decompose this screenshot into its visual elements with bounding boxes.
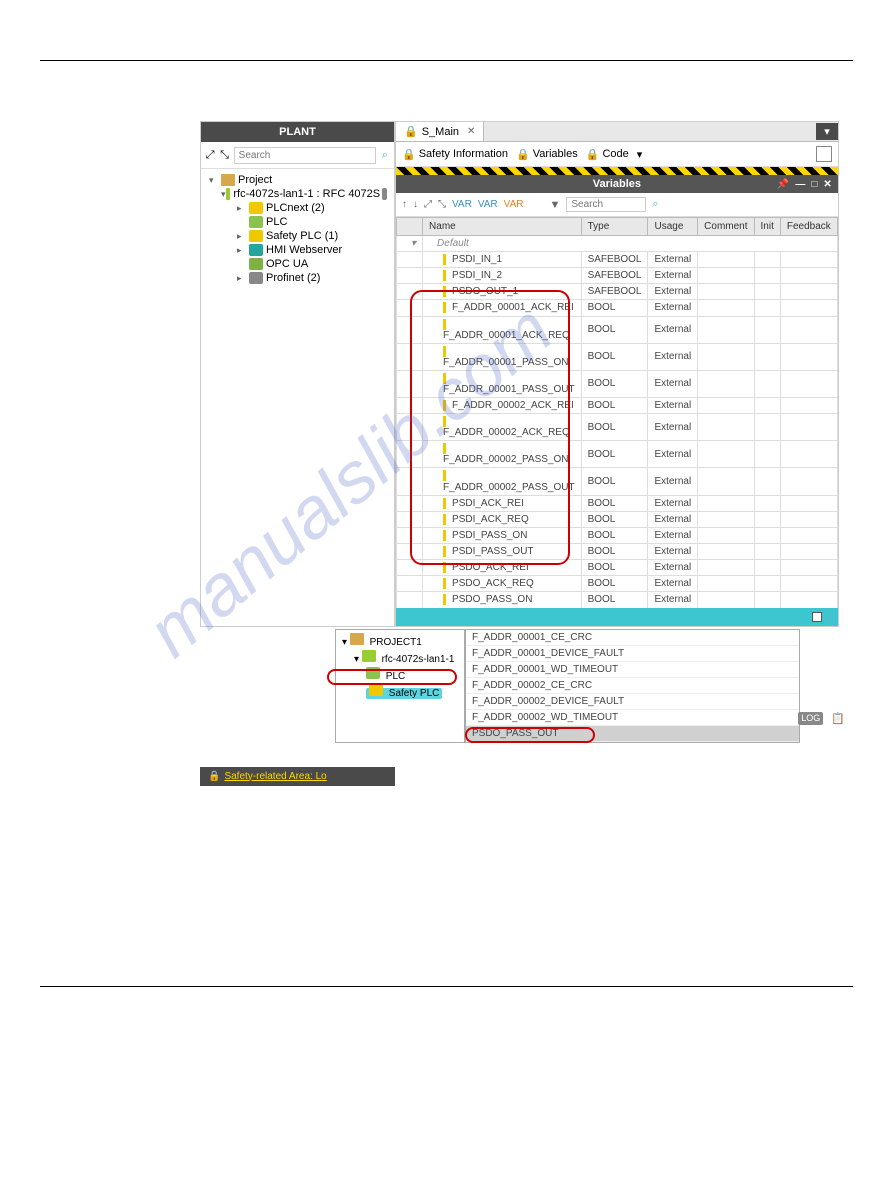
table-row[interactable]: F_ADDR_00001_PASS_ONBOOLExternal [397, 343, 838, 370]
var-tool-2[interactable]: VAR [478, 199, 498, 210]
plant-panel: PLANT ⤢ ⤡ ⌕ ▾Project ▾rfc-4072s-lan1-1 :… [200, 121, 395, 627]
dropdown-icon[interactable]: ▾ [637, 148, 643, 161]
lock-icon: 🔒 [208, 771, 220, 782]
plant-search-input[interactable] [234, 147, 376, 164]
table-row[interactable]: F_ADDR_00002_PASS_OUTBOOLExternal [397, 468, 838, 495]
minimize-icon[interactable]: — [795, 179, 805, 190]
plant-toolbar: ⤢ ⤡ ⌕ [201, 142, 394, 169]
table-header-row: Name Type Usage Comment Init Feedback [397, 218, 838, 236]
col-feedback[interactable]: Feedback [780, 218, 837, 236]
table-row[interactable]: PSDI_ACK_REQBOOLExternal [397, 511, 838, 527]
search-icon[interactable]: ⌕ [380, 146, 390, 164]
filter-icon[interactable]: ▼ [549, 199, 560, 211]
address-item[interactable]: PSDO_PASS_OUT [466, 726, 799, 742]
table-row[interactable]: F_ADDR_00001_ACK_REQBOOLExternal [397, 316, 838, 343]
table-row[interactable]: PSDO_ACK_REQBOOLExternal [397, 576, 838, 592]
tree-safety-plc[interactable]: ▸Safety PLC (1) [201, 229, 394, 243]
tool-icon[interactable]: 📋 [831, 712, 845, 725]
expand-icon[interactable]: ⤢ [424, 199, 432, 210]
tab-close-icon[interactable]: ✕ [467, 126, 475, 137]
collapse-icon[interactable]: ⤡ [438, 199, 446, 210]
table-row[interactable]: F_ADDR_00002_ACK_REIBOOLExternal [397, 397, 838, 413]
safety-stripe [396, 167, 838, 175]
address-item[interactable]: F_ADDR_00001_DEVICE_FAULT [466, 646, 799, 662]
tree-opc[interactable]: OPC UA [201, 257, 394, 271]
col-comment[interactable]: Comment [698, 218, 754, 236]
collapse-all-icon[interactable]: ⤡ [219, 146, 229, 164]
table-row[interactable]: PSDI_PASS_OUTBOOLExternal [397, 543, 838, 559]
tree-profinet[interactable]: ▸Profinet (2) [201, 271, 394, 285]
tab-dropdown-icon[interactable]: ▾ [816, 123, 838, 140]
table-row[interactable]: F_ADDR_00001_ACK_REIBOOLExternal [397, 300, 838, 316]
table-row[interactable]: PSDO_OUT_1SAFEBOOLExternal [397, 284, 838, 300]
table-row[interactable]: PSDI_PASS_ONBOOLExternal [397, 527, 838, 543]
tree-hmi[interactable]: ▸HMI Webserver [201, 243, 394, 257]
col-usage[interactable]: Usage [648, 218, 698, 236]
tab-s-main[interactable]: 🔒 S_Main ✕ [396, 122, 484, 141]
new-row[interactable] [396, 608, 838, 626]
col-type[interactable]: Type [581, 218, 648, 236]
tree-plc[interactable]: PLC [201, 215, 394, 229]
address-list: F_ADDR_00001_CE_CRCF_ADDR_00001_DEVICE_F… [465, 629, 800, 743]
table-row[interactable]: F_ADDR_00001_PASS_OUTBOOLExternal [397, 370, 838, 397]
tab-bar: 🔒 S_Main ✕ ▾ [396, 122, 838, 142]
default-group-row[interactable]: ▾Default [397, 236, 838, 252]
col-init[interactable]: Init [754, 218, 780, 236]
table-row[interactable]: PSDI_IN_2SAFEBOOLExternal [397, 268, 838, 284]
address-item[interactable]: F_ADDR_00002_DEVICE_FAULT [466, 694, 799, 710]
safety-status-bar: 🔒 Safety-related Area: Lo [200, 767, 395, 786]
tree-device[interactable]: ▾rfc-4072s-lan1-1 : RFC 4072S [201, 187, 394, 201]
mini-project[interactable]: ▾ PROJECT1 [338, 632, 462, 649]
mini-tree: ▾ PROJECT1 ▾ rfc-4072s-lan1-1 PLC Safety… [335, 629, 465, 743]
code-button[interactable]: 🔒Code [586, 148, 629, 161]
mini-device[interactable]: ▾ rfc-4072s-lan1-1 [338, 649, 462, 666]
variables-button[interactable]: 🔒Variables [516, 148, 578, 161]
close-icon[interactable]: ✕ [823, 179, 831, 190]
var-tool-1[interactable]: VAR [452, 199, 472, 210]
col-name[interactable]: Name [423, 218, 582, 236]
variables-table: Name Type Usage Comment Init Feedback ▾D… [396, 217, 838, 609]
variables-toolbar: ↑ ↓ ⤢ ⤡ VAR VAR VAR ▼ ⌕ [396, 193, 838, 217]
sub-toolbar: 🔒Safety Information 🔒Variables 🔒Code ▾ [396, 142, 838, 167]
arrow-up-icon[interactable]: ↑ [402, 199, 407, 210]
expand-all-icon[interactable]: ⤢ [205, 146, 215, 164]
var-search-icon[interactable]: ⌕ [652, 198, 658, 211]
log-icon[interactable]: LOG [798, 712, 823, 725]
plant-tree: ▾Project ▾rfc-4072s-lan1-1 : RFC 4072S ▸… [201, 169, 394, 289]
address-item[interactable]: F_ADDR_00001_WD_TIMEOUT [466, 662, 799, 678]
mini-safety-plc[interactable]: Safety PLC [338, 683, 462, 700]
tree-plcnext[interactable]: ▸PLCnext (2) [201, 201, 394, 215]
pin-icon[interactable]: 📌 [777, 179, 789, 190]
tree-project[interactable]: ▾Project [201, 173, 394, 187]
lock-icon: 🔒 [404, 125, 418, 138]
address-item[interactable]: F_ADDR_00001_CE_CRC [466, 630, 799, 646]
arrow-down-icon[interactable]: ↓ [413, 199, 418, 210]
maximize-icon[interactable]: □ [811, 179, 817, 190]
var-tool-3[interactable]: VAR [504, 199, 524, 210]
mini-plc[interactable]: PLC [338, 666, 462, 683]
table-row[interactable]: F_ADDR_00002_PASS_ONBOOLExternal [397, 441, 838, 468]
variables-search-input[interactable] [566, 197, 646, 212]
plant-title: PLANT [201, 122, 394, 142]
table-row[interactable]: F_ADDR_00002_ACK_REQBOOLExternal [397, 414, 838, 441]
address-item[interactable]: F_ADDR_00002_CE_CRC [466, 678, 799, 694]
safety-info-button[interactable]: 🔒Safety Information [402, 148, 508, 161]
panel-options-button[interactable] [816, 146, 832, 162]
table-row[interactable]: PSDI_ACK_REIBOOLExternal [397, 495, 838, 511]
variables-header: Variables 📌 — □ ✕ [396, 175, 838, 193]
table-row[interactable]: PSDO_ACK_REIBOOLExternal [397, 560, 838, 576]
table-row[interactable]: PSDO_PASS_ONBOOLExternal [397, 592, 838, 608]
address-item[interactable]: F_ADDR_00002_WD_TIMEOUT [466, 710, 799, 726]
main-panel: 🔒 S_Main ✕ ▾ 🔒Safety Information 🔒Variab… [395, 121, 839, 627]
table-row[interactable]: PSDI_IN_1SAFEBOOLExternal [397, 252, 838, 268]
